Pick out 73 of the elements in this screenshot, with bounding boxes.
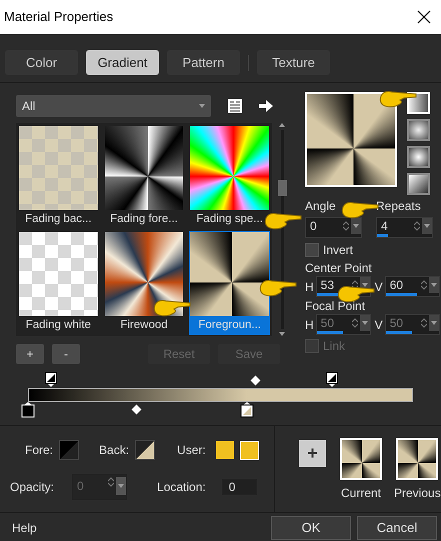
user-label: User: bbox=[177, 442, 206, 459]
gradient-style-button[interactable] bbox=[407, 173, 430, 195]
category-dropdown[interactable]: All bbox=[16, 95, 211, 117]
gradient-swatch[interactable]: Foregroun... bbox=[189, 231, 270, 335]
gradient-style-button[interactable] bbox=[407, 119, 430, 141]
scrollbar-thumb[interactable] bbox=[278, 180, 286, 196]
invert-label: Invert bbox=[323, 242, 354, 259]
window-title: Material Properties bbox=[4, 8, 114, 26]
checkbox[interactable] bbox=[305, 243, 319, 257]
gradient-button[interactable]: + bbox=[16, 344, 44, 364]
gradient-swatch[interactable]: Firewood bbox=[104, 231, 184, 335]
arrow-icon[interactable] bbox=[259, 100, 273, 112]
gradient-bar[interactable] bbox=[28, 388, 413, 402]
location-field[interactable]: 0 bbox=[222, 479, 257, 495]
repeats-label: Repeats bbox=[376, 198, 422, 215]
tab[interactable]: Gradient bbox=[86, 50, 159, 75]
gradient-swatch[interactable]: Fading fore... bbox=[104, 125, 184, 229]
cancel-button[interactable]: Cancel bbox=[357, 516, 437, 540]
list-view-icon[interactable] bbox=[227, 98, 243, 114]
spinner-arrows-icon[interactable] bbox=[352, 280, 358, 290]
fore-label: Fore: bbox=[25, 442, 54, 459]
pointing-hand-icon bbox=[152, 297, 192, 317]
spin-field[interactable]: 0 bbox=[305, 217, 362, 238]
tab[interactable]: Color bbox=[5, 50, 78, 75]
v-label: V bbox=[374, 316, 383, 334]
pointing-hand-icon bbox=[263, 210, 303, 230]
gradient-swatch[interactable]: Fading spe... bbox=[189, 125, 270, 229]
background-swatch[interactable] bbox=[135, 440, 156, 460]
pointing-hand-icon bbox=[336, 283, 376, 303]
opacity-label: Opacity: bbox=[10, 479, 54, 496]
previous-label: Previous bbox=[394, 485, 441, 502]
help-link[interactable]: Help bbox=[12, 519, 271, 537]
user-color-swatch[interactable] bbox=[216, 441, 234, 459]
ok-button[interactable]: OK bbox=[271, 516, 351, 540]
opacity-stop[interactable] bbox=[45, 372, 58, 388]
caret-icon[interactable] bbox=[430, 283, 437, 287]
gradient-button[interactable]: - bbox=[52, 344, 80, 364]
point-label: Center Point bbox=[305, 261, 373, 275]
midpoint-marker[interactable] bbox=[250, 376, 261, 386]
tab[interactable]: Pattern bbox=[167, 50, 240, 75]
back-label: Back: bbox=[99, 442, 130, 459]
gradient-preview[interactable] bbox=[305, 92, 397, 187]
caret-icon[interactable] bbox=[199, 104, 205, 108]
current-label: Current bbox=[340, 485, 381, 502]
location-label: Location: bbox=[157, 479, 206, 496]
point-label: Focal Point bbox=[305, 299, 366, 313]
scroll-down-icon[interactable] bbox=[279, 332, 285, 336]
close-icon[interactable] bbox=[417, 10, 431, 24]
caret-icon[interactable] bbox=[353, 224, 359, 228]
current-preview bbox=[340, 438, 382, 480]
foreground-swatch[interactable] bbox=[59, 440, 80, 460]
scroll-up-icon[interactable] bbox=[279, 123, 285, 127]
link-label: Link bbox=[323, 338, 346, 355]
spin-field[interactable]: 4 bbox=[376, 217, 433, 238]
opacity-stop[interactable] bbox=[326, 372, 338, 388]
previous-preview bbox=[396, 438, 438, 480]
tab[interactable]: Texture bbox=[257, 50, 330, 75]
h-label: H bbox=[305, 316, 314, 334]
color-stop[interactable] bbox=[21, 402, 35, 418]
caret-icon[interactable] bbox=[424, 224, 430, 228]
spin-field[interactable]: 60 bbox=[384, 276, 440, 297]
add-button[interactable]: + bbox=[299, 440, 326, 467]
midpoint-marker[interactable] bbox=[131, 404, 142, 414]
gradient-swatch[interactable]: Fading white bbox=[18, 231, 99, 335]
v-label: V bbox=[374, 278, 383, 296]
gradient-swatch[interactable]: Fading bac... bbox=[18, 125, 99, 229]
color-stop[interactable] bbox=[240, 402, 254, 418]
angle-label: Angle bbox=[305, 198, 337, 215]
user-color-swatch[interactable] bbox=[240, 440, 259, 460]
h-label: H bbox=[305, 278, 314, 296]
gradient-style-button[interactable] bbox=[407, 146, 430, 168]
pointing-hand-icon bbox=[378, 88, 418, 108]
pointing-hand-icon bbox=[258, 277, 298, 297]
